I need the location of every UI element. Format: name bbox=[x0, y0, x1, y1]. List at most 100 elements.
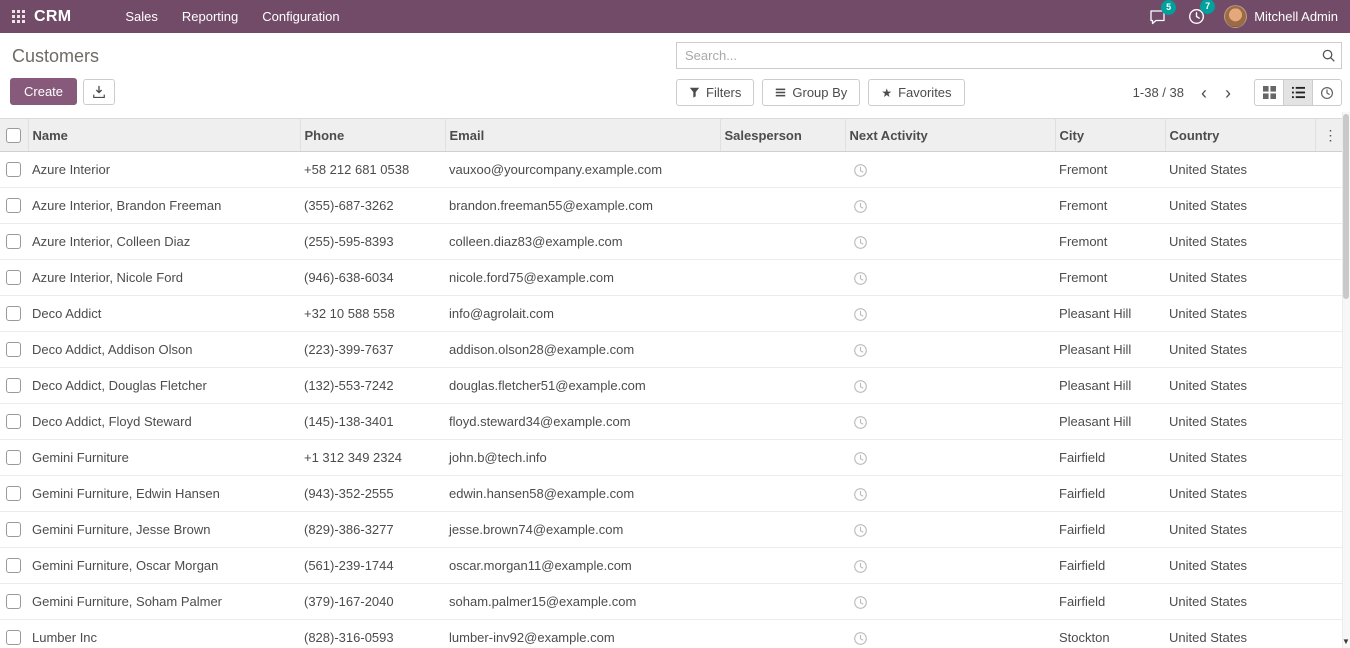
menu-configuration[interactable]: Configuration bbox=[250, 0, 351, 33]
row-checkbox[interactable] bbox=[6, 522, 21, 537]
cell-country[interactable]: United States bbox=[1165, 512, 1315, 548]
cell-name[interactable]: Deco Addict, Douglas Fletcher bbox=[28, 368, 300, 404]
cell-city[interactable]: Pleasant Hill bbox=[1055, 404, 1165, 440]
row-checkbox[interactable] bbox=[6, 558, 21, 573]
row-checkbox[interactable] bbox=[6, 306, 21, 321]
cell-city[interactable]: Pleasant Hill bbox=[1055, 332, 1165, 368]
cell-salesperson[interactable] bbox=[720, 620, 845, 648]
column-options-icon[interactable]: ⋮ bbox=[1320, 126, 1342, 144]
scrollbar-down-arrow[interactable]: ▼ bbox=[1342, 635, 1350, 648]
column-header-email[interactable]: Email bbox=[445, 119, 720, 152]
column-header-country[interactable]: Country bbox=[1165, 119, 1315, 152]
row-checkbox[interactable] bbox=[6, 486, 21, 501]
cell-country[interactable]: United States bbox=[1165, 404, 1315, 440]
cell-salesperson[interactable] bbox=[720, 440, 845, 476]
activity-clock-icon[interactable] bbox=[853, 595, 868, 610]
cell-email[interactable]: jesse.brown74@example.com bbox=[445, 512, 720, 548]
activity-clock-icon[interactable] bbox=[853, 451, 868, 466]
app-name[interactable]: CRM bbox=[34, 8, 71, 26]
cell-name[interactable]: Azure Interior, Nicole Ford bbox=[28, 260, 300, 296]
table-row[interactable]: Azure Interior+58 212 681 0538vauxoo@you… bbox=[0, 152, 1342, 188]
pager-previous-button[interactable]: ‹ bbox=[1192, 84, 1216, 102]
activities-button[interactable]: 7 bbox=[1177, 3, 1216, 30]
cell-city[interactable]: Fremont bbox=[1055, 260, 1165, 296]
cell-next-activity[interactable] bbox=[845, 512, 1055, 548]
cell-city[interactable]: Fremont bbox=[1055, 152, 1165, 188]
table-row[interactable]: Azure Interior, Brandon Freeman(355)-687… bbox=[0, 188, 1342, 224]
cell-country[interactable]: United States bbox=[1165, 260, 1315, 296]
cell-email[interactable]: oscar.morgan11@example.com bbox=[445, 548, 720, 584]
row-checkbox[interactable] bbox=[6, 630, 21, 645]
cell-name[interactable]: Azure Interior, Colleen Diaz bbox=[28, 224, 300, 260]
cell-email[interactable]: addison.olson28@example.com bbox=[445, 332, 720, 368]
cell-phone[interactable]: (828)-316-0593 bbox=[300, 620, 445, 648]
row-checkbox[interactable] bbox=[6, 234, 21, 249]
cell-country[interactable]: United States bbox=[1165, 368, 1315, 404]
cell-next-activity[interactable] bbox=[845, 368, 1055, 404]
cell-phone[interactable]: (145)-138-3401 bbox=[300, 404, 445, 440]
cell-email[interactable]: nicole.ford75@example.com bbox=[445, 260, 720, 296]
cell-country[interactable]: United States bbox=[1165, 548, 1315, 584]
cell-country[interactable]: United States bbox=[1165, 296, 1315, 332]
column-header-next-activity[interactable]: Next Activity bbox=[845, 119, 1055, 152]
cell-next-activity[interactable] bbox=[845, 260, 1055, 296]
create-button[interactable]: Create bbox=[10, 78, 77, 105]
table-row[interactable]: Deco Addict, Douglas Fletcher(132)-553-7… bbox=[0, 368, 1342, 404]
cell-phone[interactable]: (561)-239-1744 bbox=[300, 548, 445, 584]
cell-country[interactable]: United States bbox=[1165, 224, 1315, 260]
cell-name[interactable]: Gemini Furniture, Oscar Morgan bbox=[28, 548, 300, 584]
row-checkbox[interactable] bbox=[6, 450, 21, 465]
cell-country[interactable]: United States bbox=[1165, 152, 1315, 188]
cell-phone[interactable]: +58 212 681 0538 bbox=[300, 152, 445, 188]
column-header-city[interactable]: City bbox=[1055, 119, 1165, 152]
apps-menu-button[interactable] bbox=[10, 6, 34, 27]
cell-city[interactable]: Fairfield bbox=[1055, 440, 1165, 476]
cell-city[interactable]: Pleasant Hill bbox=[1055, 368, 1165, 404]
search-input[interactable] bbox=[676, 42, 1342, 69]
cell-email[interactable]: soham.palmer15@example.com bbox=[445, 584, 720, 620]
messages-button[interactable]: 5 bbox=[1138, 4, 1177, 30]
cell-salesperson[interactable] bbox=[720, 404, 845, 440]
activity-clock-icon[interactable] bbox=[853, 199, 868, 214]
cell-name[interactable]: Gemini Furniture, Soham Palmer bbox=[28, 584, 300, 620]
cell-name[interactable]: Gemini Furniture, Edwin Hansen bbox=[28, 476, 300, 512]
cell-email[interactable]: vauxoo@yourcompany.example.com bbox=[445, 152, 720, 188]
cell-salesperson[interactable] bbox=[720, 224, 845, 260]
cell-country[interactable]: United States bbox=[1165, 440, 1315, 476]
cell-salesperson[interactable] bbox=[720, 584, 845, 620]
cell-phone[interactable]: +32 10 588 558 bbox=[300, 296, 445, 332]
activity-clock-icon[interactable] bbox=[853, 523, 868, 538]
row-checkbox[interactable] bbox=[6, 414, 21, 429]
export-button[interactable] bbox=[83, 79, 115, 105]
activity-clock-icon[interactable] bbox=[853, 631, 868, 646]
cell-salesperson[interactable] bbox=[720, 476, 845, 512]
cell-next-activity[interactable] bbox=[845, 296, 1055, 332]
column-header-name[interactable]: Name bbox=[28, 119, 300, 152]
cell-salesperson[interactable] bbox=[720, 188, 845, 224]
cell-salesperson[interactable] bbox=[720, 548, 845, 584]
view-kanban-button[interactable] bbox=[1254, 79, 1284, 106]
cell-phone[interactable]: (255)-595-8393 bbox=[300, 224, 445, 260]
select-all-checkbox[interactable] bbox=[6, 128, 21, 143]
cell-city[interactable]: Pleasant Hill bbox=[1055, 296, 1165, 332]
favorites-button[interactable]: ★ Favorites bbox=[868, 79, 964, 106]
cell-phone[interactable]: (355)-687-3262 bbox=[300, 188, 445, 224]
activity-clock-icon[interactable] bbox=[853, 271, 868, 286]
cell-next-activity[interactable] bbox=[845, 224, 1055, 260]
group-by-button[interactable]: Group By bbox=[762, 79, 860, 106]
cell-email[interactable]: edwin.hansen58@example.com bbox=[445, 476, 720, 512]
scrollbar-thumb[interactable] bbox=[1343, 114, 1349, 299]
activity-clock-icon[interactable] bbox=[853, 559, 868, 574]
column-header-salesperson[interactable]: Salesperson bbox=[720, 119, 845, 152]
row-checkbox[interactable] bbox=[6, 594, 21, 609]
cell-phone[interactable]: (379)-167-2040 bbox=[300, 584, 445, 620]
cell-country[interactable]: United States bbox=[1165, 332, 1315, 368]
user-menu[interactable]: Mitchell Admin bbox=[1216, 3, 1340, 30]
row-checkbox[interactable] bbox=[6, 162, 21, 177]
cell-phone[interactable]: (223)-399-7637 bbox=[300, 332, 445, 368]
table-row[interactable]: Lumber Inc(828)-316-0593lumber-inv92@exa… bbox=[0, 620, 1342, 648]
row-checkbox[interactable] bbox=[6, 378, 21, 393]
activity-clock-icon[interactable] bbox=[853, 343, 868, 358]
cell-phone[interactable]: (132)-553-7242 bbox=[300, 368, 445, 404]
row-checkbox[interactable] bbox=[6, 342, 21, 357]
